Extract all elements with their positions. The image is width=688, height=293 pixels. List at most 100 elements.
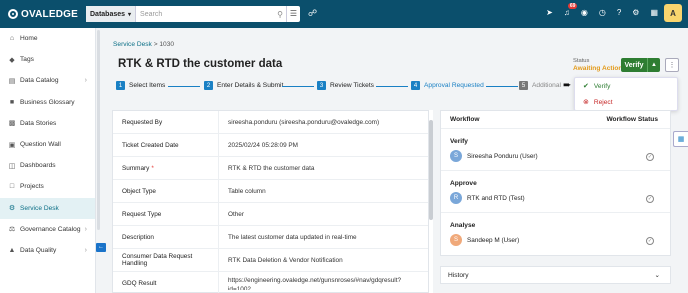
- menu-item-label: Verify: [593, 82, 611, 90]
- step-approval-requested: 4 Approval Requested: [411, 81, 484, 90]
- detail-value: Other: [228, 210, 244, 218]
- support-icon[interactable]: ◉: [581, 8, 588, 17]
- governance-icon: ⚖: [8, 226, 16, 234]
- sidebar-scrollbar[interactable]: [97, 30, 100, 230]
- breadcrumb-current: 1030: [159, 41, 175, 48]
- sidebar-item-label: Projects: [20, 183, 44, 191]
- history-section-toggle[interactable]: History ⌄: [440, 266, 671, 284]
- sidebar-item-dashboards[interactable]: ◫ Dashboards: [0, 155, 95, 176]
- breadcrumb-separator: >: [153, 41, 158, 48]
- assignee-name: RTK and RTD (Test): [467, 194, 525, 202]
- user-avatar[interactable]: A: [664, 4, 682, 22]
- chevron-right-icon: ›: [84, 225, 87, 233]
- workflow-step-approve: Approve R RTK and RTD (Test) ✓: [441, 171, 670, 213]
- sidebar-item-label: Governance Catalog: [20, 225, 81, 233]
- progress-steps: 1 Select Items 2 Enter Details & Submit 3R…: [116, 81, 576, 93]
- detail-label: Requested By: [113, 111, 219, 133]
- detail-value: 2025/02/24 05:28:09 PM: [228, 141, 298, 149]
- avatar: R: [450, 192, 462, 204]
- detail-label: Consumer Data Request Handling: [113, 249, 219, 271]
- top-icon-group: ➤ ♫ 69 ◉ ◷ ? ⚙ ▦: [546, 3, 658, 17]
- sidebar-item-governance-catalog[interactable]: ⚖ Governance Catalog ›: [0, 219, 95, 240]
- notification-badge: 69: [567, 3, 578, 9]
- sidebar-item-label: Home: [20, 35, 38, 43]
- step-label: Select Items: [129, 82, 166, 89]
- sidebar-item-data-quality[interactable]: ▲ Data Quality ›: [0, 240, 95, 261]
- ovaledge-logo[interactable]: OVALEDGE: [8, 9, 78, 20]
- rocket-icon[interactable]: ➤: [546, 8, 553, 17]
- workflow-step-label: Analyse: [450, 222, 476, 229]
- gdq-url: https://engineering.ovaledge.net/gunsnro…: [228, 277, 402, 284]
- verify-dropdown-toggle[interactable]: ▲: [647, 58, 660, 72]
- sidebar-item-service-desk[interactable]: ⚙ Service Desk: [0, 197, 95, 219]
- scrollbar-thumb[interactable]: [429, 120, 433, 220]
- bookmark-icon[interactable]: ☍: [308, 8, 317, 19]
- step-connector: [282, 86, 314, 87]
- summary-value[interactable]: RTK & RTD the customer data: [219, 165, 428, 172]
- step-number: 3: [317, 81, 326, 90]
- sidebar-item-home[interactable]: ⌂ Home: [0, 28, 95, 49]
- service-desk-icon: ⚙: [8, 205, 16, 213]
- status-badge: Awaiting Action: [573, 65, 623, 72]
- sidebar-item-data-stories[interactable]: ▩ Data Stories: [0, 113, 95, 134]
- search-scope-label: Databases: [90, 10, 126, 18]
- step-review-tickets: 3 Review Tickets: [317, 81, 374, 90]
- gdq-result-link[interactable]: https://engineering.ovaledge.net/gunsnro…: [219, 276, 428, 290]
- sidebar-item-data-catalog[interactable]: ▤ Data Catalog ›: [0, 70, 95, 91]
- menu-item-label: Reject: [593, 98, 613, 106]
- sidebar-item-label: Question Wall: [20, 141, 61, 149]
- sidebar-item-label: Service Desk: [20, 204, 59, 212]
- detail-value: RTK Data Deletion & Vendor Notification: [228, 256, 343, 264]
- status-label: Status: [573, 58, 590, 64]
- step-number: 2: [204, 81, 213, 90]
- history-icon[interactable]: ◷: [599, 8, 606, 17]
- summary-label: Summary: [122, 164, 150, 172]
- help-icon[interactable]: ?: [617, 8, 621, 17]
- apps-grid-icon[interactable]: ▦: [650, 8, 658, 17]
- check-circle-icon: ✔: [583, 83, 589, 90]
- more-options-icon[interactable]: ⋮: [665, 58, 679, 72]
- side-panel-tab-icon[interactable]: ▦: [673, 131, 688, 147]
- logo-text: OVALEDGE: [21, 8, 78, 20]
- bell-icon[interactable]: ♫ 69: [564, 3, 578, 17]
- sidebar-item-question-wall[interactable]: ▣ Question Wall: [0, 134, 95, 155]
- step-number: 5: [519, 81, 528, 90]
- projects-icon: □: [9, 183, 15, 191]
- status-check-icon: ✓: [646, 237, 654, 245]
- catalog-icon: ▤: [8, 77, 16, 85]
- stories-icon: ▩: [8, 120, 16, 128]
- details-scrollbar[interactable]: [429, 110, 433, 293]
- sidebar-item-projects[interactable]: □ Projects: [0, 176, 95, 197]
- breadcrumb-service-desk[interactable]: Service Desk: [113, 41, 152, 48]
- sidebar-item-tags[interactable]: ◆ Tags: [0, 49, 95, 70]
- status-check-icon: ✓: [646, 153, 654, 161]
- history-label: History: [448, 271, 469, 279]
- search-input[interactable]: Search: [136, 11, 274, 18]
- search-scope-select[interactable]: Databases ▾: [86, 6, 137, 22]
- workflow-title: Workflow: [450, 116, 480, 123]
- glossary-icon: ■: [9, 98, 15, 106]
- verify-button[interactable]: Verify: [621, 58, 647, 72]
- sidebar-item-label: Tags: [20, 56, 34, 64]
- step-label: Approval Requested: [424, 82, 484, 89]
- sidebar-item-business-glossary[interactable]: ■ Business Glossary: [0, 92, 95, 113]
- menu-item-reject[interactable]: ⊗ Reject: [575, 94, 677, 110]
- search-icon[interactable]: ⚲: [274, 10, 286, 19]
- settings-icon[interactable]: ⚙: [632, 8, 639, 17]
- sidebar-item-label: Business Glossary: [20, 98, 75, 106]
- workflow-step-label: Approve: [450, 180, 477, 187]
- menu-item-verify[interactable]: ✔ Verify: [575, 78, 677, 94]
- hamburger-menu-icon[interactable]: ☰: [286, 6, 300, 22]
- step-enter-details: 2 Enter Details & Submit: [204, 81, 283, 90]
- chevron-up-icon: ▲: [651, 62, 657, 68]
- step-label: Review Tickets: [330, 82, 374, 89]
- workflow-status-title: Workflow Status: [606, 116, 658, 123]
- collapse-sidebar-icon[interactable]: ←: [96, 243, 106, 252]
- home-icon: ⌂: [9, 35, 15, 43]
- breadcrumb: Service Desk > 1030: [113, 41, 174, 48]
- chevron-right-icon: ›: [84, 77, 87, 85]
- chevron-down-icon: ⌄: [654, 272, 660, 279]
- workflow-assignee: S Sireesha Ponduru (User): [450, 150, 670, 162]
- step-select-items: 1 Select Items: [116, 81, 165, 90]
- sidebar-item-label: Data Catalog: [20, 77, 59, 85]
